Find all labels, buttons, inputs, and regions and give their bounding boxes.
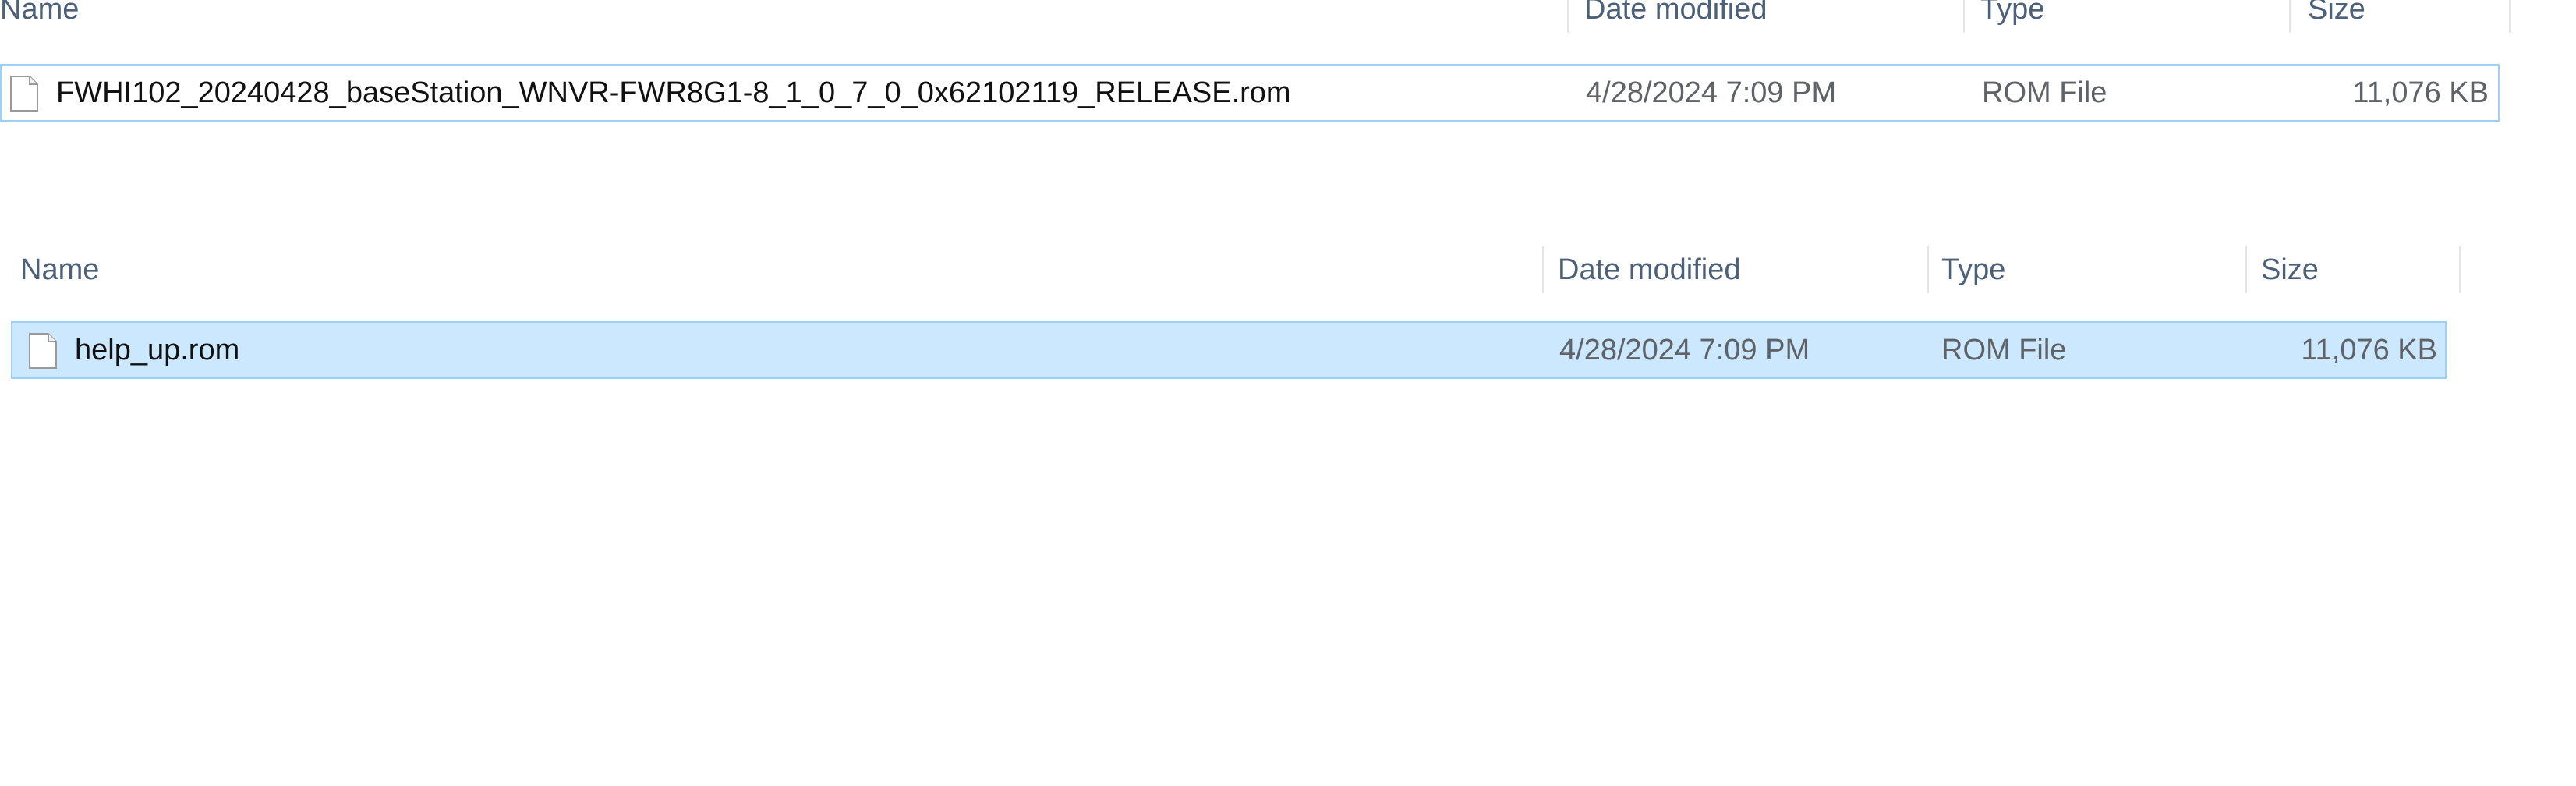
column-divider[interactable] <box>1963 0 1965 33</box>
bottom-file-list: Name Date modified Type Size help_up.rom… <box>11 246 2467 387</box>
file-date-modified: 4/28/2024 7:09 PM <box>1586 76 1837 109</box>
file-date-modified: 4/28/2024 7:09 PM <box>1559 334 1810 366</box>
file-icon <box>10 76 38 112</box>
column-divider[interactable] <box>2245 246 2247 293</box>
column-header-size[interactable]: Size <box>2308 0 2503 33</box>
column-header-row: Name Date modified Type Size <box>0 0 2526 33</box>
file-size: 11,076 KB <box>2301 334 2437 366</box>
column-header-date-modified[interactable]: Date modified <box>1584 0 1959 33</box>
file-row-selected[interactable]: help_up.rom 4/28/2024 7:09 PM ROM File 1… <box>11 321 2447 379</box>
file-name: help_up.rom <box>75 334 240 366</box>
column-divider[interactable] <box>1542 246 1544 293</box>
column-header-row: Name Date modified Type Size <box>11 246 2467 293</box>
file-name: FWHI102_20240428_baseStation_WNVR-FWR8G1… <box>56 76 1291 109</box>
file-size: 11,076 KB <box>2352 76 2489 109</box>
column-divider[interactable] <box>2289 0 2291 33</box>
file-row[interactable]: FWHI102_20240428_baseStation_WNVR-FWR8G1… <box>0 64 2500 122</box>
column-divider[interactable] <box>2509 0 2511 33</box>
file-type: ROM File <box>1982 76 2107 109</box>
column-header-type[interactable]: Type <box>1941 246 2253 293</box>
file-icon <box>29 333 57 369</box>
file-type: ROM File <box>1941 334 2067 366</box>
column-header-size[interactable]: Size <box>2261 246 2456 293</box>
column-divider[interactable] <box>1927 246 1929 293</box>
column-header-name[interactable]: Name <box>0 0 1567 33</box>
column-divider[interactable] <box>1567 0 1569 33</box>
column-divider[interactable] <box>2459 246 2461 293</box>
column-header-type[interactable]: Type <box>1980 0 2284 33</box>
top-file-list: Name Date modified Type Size FWHI102_202… <box>0 0 2526 126</box>
column-header-date-modified[interactable]: Date modified <box>1558 246 1924 293</box>
column-header-name[interactable]: Name <box>20 246 1548 293</box>
